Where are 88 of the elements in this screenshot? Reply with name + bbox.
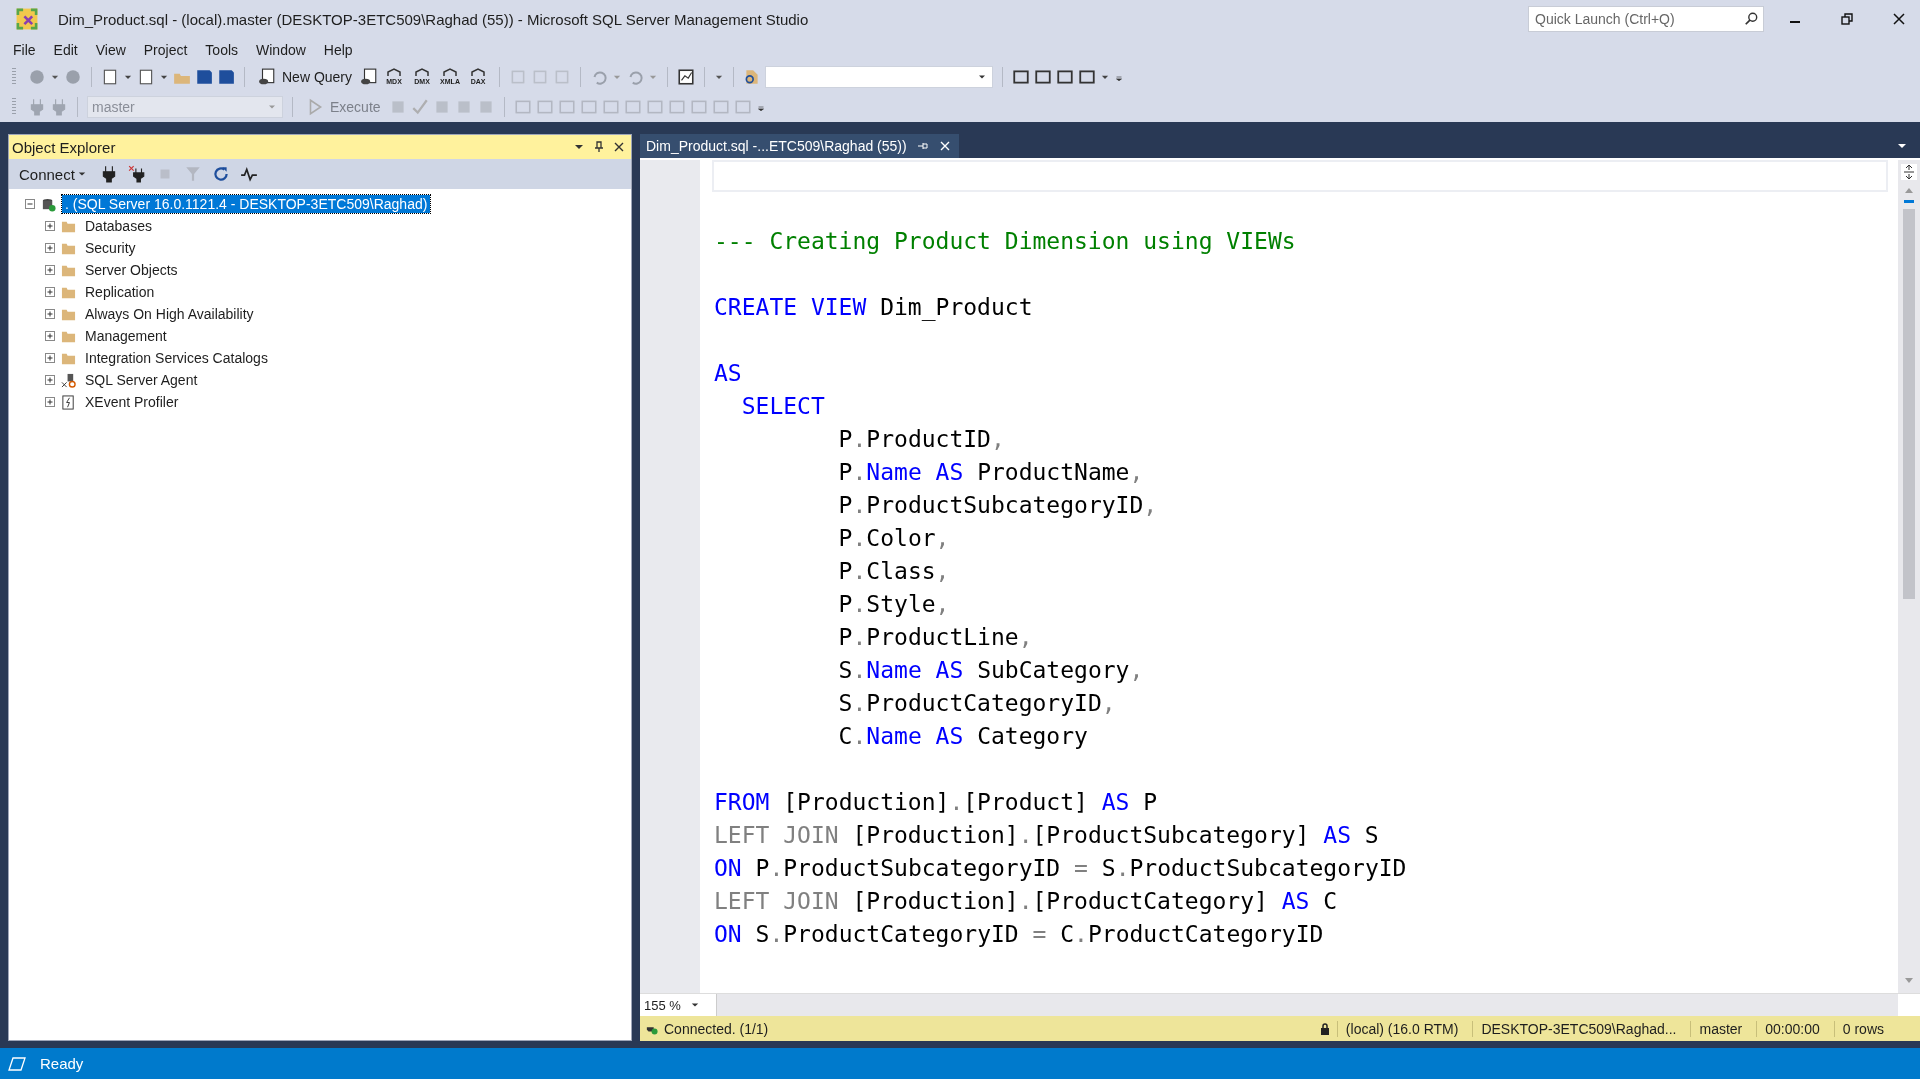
close-icon[interactable] (613, 141, 625, 153)
tree-item[interactable]: Management (82, 327, 170, 345)
code-line: LEFT JOIN [Production].[ProductSubcategory] AS S (714, 821, 1380, 850)
code-line: AS (714, 359, 743, 388)
expander-icon[interactable] (45, 287, 55, 297)
code-line: P.Color, (837, 524, 951, 553)
expander-icon[interactable] (25, 199, 35, 209)
tree-item[interactable]: . (SQL Server 16.0.1121.4 - DESKTOP-3ETC509\Raghad) (62, 195, 431, 213)
query-icon[interactable] (360, 68, 379, 86)
app-logo-icon (14, 6, 40, 32)
pin-icon[interactable] (593, 141, 605, 153)
connect-button[interactable]: Connect (15, 163, 90, 185)
row-count: 0 rows (1833, 1020, 1914, 1037)
user-name: DESKTOP-3ETC509\Raghad... (1472, 1020, 1685, 1037)
tree-item[interactable]: Replication (82, 283, 158, 301)
code-line: FROM [Production].[Product] AS P (714, 788, 1159, 817)
menu-item[interactable]: File (4, 40, 45, 60)
tree-item[interactable]: XEvent Profiler (82, 393, 182, 411)
caret-icon (77, 170, 86, 178)
expander-icon[interactable] (45, 353, 55, 363)
expander-icon[interactable] (45, 331, 55, 341)
refresh-icon[interactable] (211, 165, 230, 183)
profiler-icon (61, 394, 76, 410)
server-version: (local) (16.0 RTM) (1336, 1020, 1467, 1037)
cube-icon (442, 68, 459, 78)
expander-icon[interactable] (45, 375, 55, 385)
code-line: ON S.ProductCategoryID = C.ProductCategoryID (714, 920, 1325, 949)
scroll-up-icon[interactable] (1904, 186, 1914, 203)
code-line: P.Name AS ProductName, (837, 458, 1145, 487)
tree-item[interactable]: Always On High Availability (82, 305, 257, 323)
pin-icon[interactable] (916, 140, 929, 152)
check-icon[interactable] (410, 98, 429, 116)
expander-icon[interactable] (45, 243, 55, 253)
new-query-button[interactable]: New Query (254, 66, 357, 88)
elapsed-time: 00:00:00 (1756, 1020, 1828, 1037)
code-line: --- Creating Product Dimension using VIEWs (714, 227, 1297, 256)
save-all-icon[interactable] (217, 68, 235, 86)
status-text: Ready (40, 1055, 84, 1072)
expander-icon[interactable] (45, 397, 55, 407)
code-line: P.ProductID, (837, 425, 1006, 454)
connection-status: Connected. (1/1) (664, 1020, 769, 1037)
code-line: P.Style, (837, 590, 951, 619)
status-icon (8, 1056, 26, 1071)
tree-item[interactable]: Databases (82, 217, 155, 235)
search-icon (1744, 12, 1758, 26)
expander-icon[interactable] (45, 265, 55, 275)
cube-icon (386, 68, 403, 78)
expander-icon[interactable] (45, 309, 55, 319)
code-line: P.ProductSubcategoryID, (837, 491, 1159, 520)
quick-launch-field[interactable]: Quick Launch (Ctrl+Q) (1528, 6, 1764, 32)
panel-title: Object Explorer (12, 138, 117, 156)
menu-item[interactable]: Project (134, 40, 197, 60)
code-line: ON P.ProductSubcategoryID = S.ProductSubcategoryID (714, 854, 1408, 883)
server-icon (41, 196, 56, 212)
menu-item[interactable]: Window (247, 40, 315, 60)
splitter-icon[interactable] (1901, 164, 1917, 180)
chart-icon[interactable] (677, 68, 696, 86)
code-line: SELECT (740, 392, 826, 421)
cube-icon (470, 68, 487, 78)
database-name: master (1690, 1020, 1751, 1037)
tree-item[interactable]: Integration Services Catalogs (82, 349, 271, 367)
vertical-scrollbar[interactable] (1898, 160, 1920, 993)
code-line: C.Name AS Category (837, 722, 1089, 751)
code-line: S.Name AS SubCategory, (837, 656, 1145, 685)
lock-icon (1318, 1022, 1331, 1035)
new-query-icon (258, 68, 276, 86)
tree-item[interactable]: SQL Server Agent (82, 371, 201, 389)
menu-item[interactable]: Help (314, 40, 362, 60)
tree-item[interactable]: Server Objects (82, 261, 181, 279)
activity-icon[interactable] (239, 165, 258, 183)
code-line: LEFT JOIN [Production].[ProductCategory] AS C (714, 887, 1339, 916)
tree-item[interactable]: Security (82, 239, 139, 257)
window-title: Dim_Product.sql - (local).master (DESKTOP-3ETC509\Raghad (55)) - Microsoft SQL Server Management Studio (58, 10, 809, 28)
menu-item[interactable]: Edit (44, 40, 87, 60)
code-line: S.ProductCategoryID, (837, 689, 1117, 718)
menu-item[interactable]: Tools (196, 40, 248, 60)
code-line: CREATE VIEW Dim_Product (714, 293, 1034, 323)
menu-item[interactable]: View (86, 40, 135, 60)
horizontal-scrollbar[interactable] (717, 994, 1898, 1016)
document-tab[interactable]: Dim_Product.sql -...ETC509\Raghad (55)) (640, 134, 959, 158)
cube-icon (414, 68, 431, 78)
code-line: P.Class, (837, 557, 951, 586)
code-line: P.ProductLine, (837, 623, 1034, 652)
save-icon[interactable] (195, 68, 213, 86)
disconnect-icon[interactable] (127, 165, 146, 183)
expander-icon[interactable] (45, 221, 55, 231)
agent-icon (61, 372, 76, 388)
caret-icon (690, 1001, 699, 1009)
